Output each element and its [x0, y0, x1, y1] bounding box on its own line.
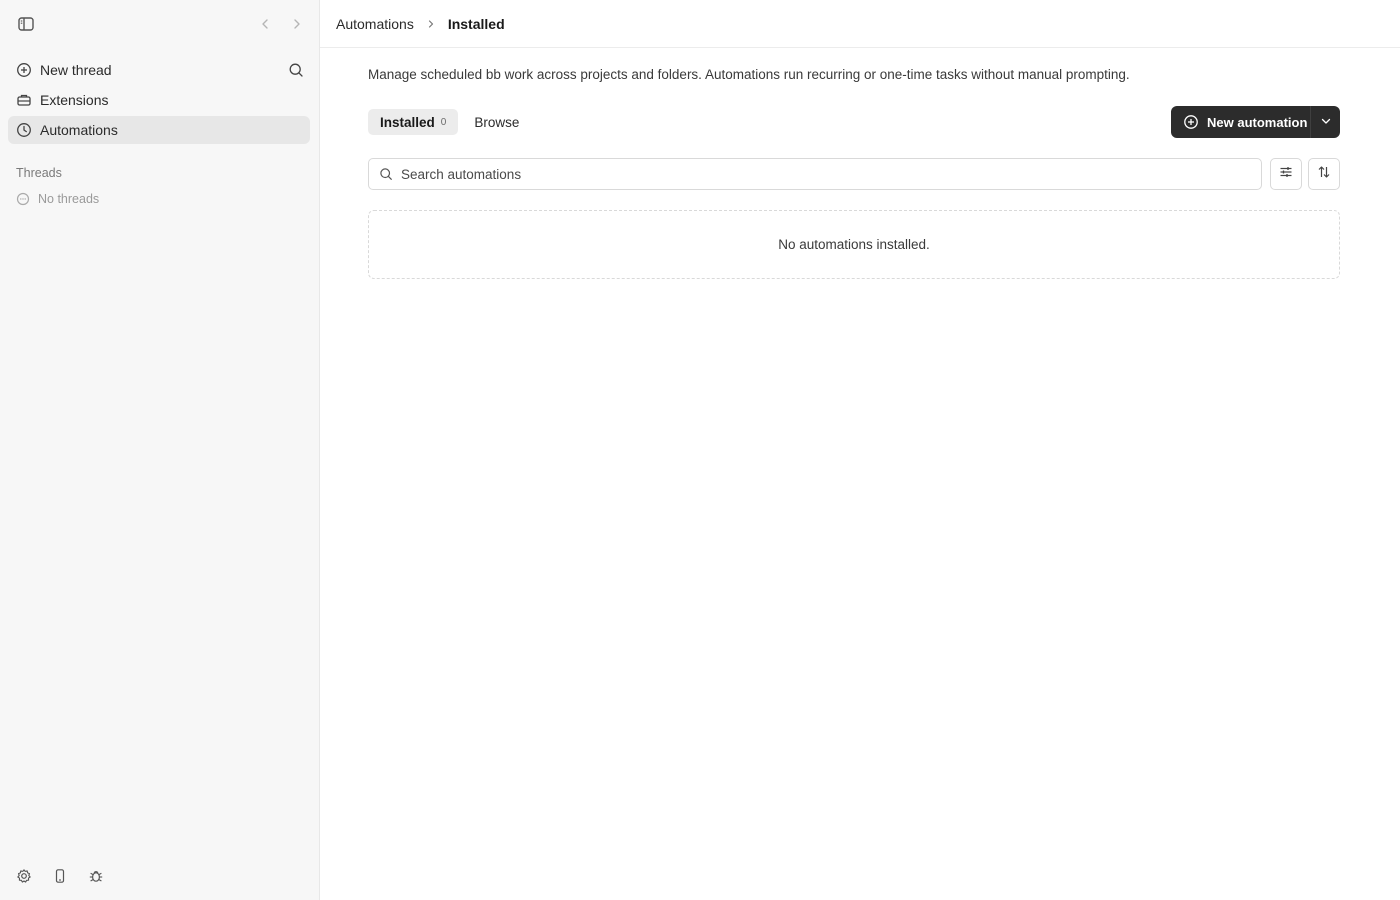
page-description: Manage scheduled bb work across projects…	[368, 67, 1130, 82]
automations-content: Manage scheduled bb work across projects…	[368, 48, 1340, 279]
gear-icon[interactable]	[16, 868, 32, 884]
breadcrumb-current: Installed	[447, 15, 505, 32]
new-automation-dropdown-button[interactable]	[1310, 106, 1340, 138]
new-automation-split-button: New automation	[1171, 106, 1340, 138]
empty-threads: No threads	[16, 192, 99, 206]
back-arrow-icon[interactable]	[255, 14, 275, 34]
breadcrumb: Automations Installed	[320, 0, 1400, 48]
plus-circle-icon	[1183, 114, 1199, 130]
chevron-down-icon	[1320, 115, 1332, 130]
search-input[interactable]	[401, 166, 1241, 182]
bug-icon[interactable]	[88, 868, 104, 884]
empty-state: No automations installed.	[368, 210, 1340, 279]
sort-arrows-icon	[1316, 164, 1332, 185]
toolbox-icon	[16, 92, 32, 108]
app-window: New thread Extensions Automations Thread…	[0, 0, 1400, 900]
search-row	[368, 158, 1340, 190]
empty-threads-label: No threads	[38, 192, 100, 206]
new-automation-label: New automation	[1207, 114, 1308, 130]
sidebar-item-label: New thread	[40, 62, 112, 78]
sidebar-item-automations[interactable]: Automations	[8, 116, 310, 144]
chevron-right-icon	[426, 19, 436, 29]
sidebar-item-label: Extensions	[40, 92, 109, 108]
sidebar: New thread Extensions Automations Thread…	[0, 0, 320, 900]
sidebar-header	[0, 0, 319, 48]
sidebar-item-label: Automations	[40, 122, 118, 138]
main-panel: Automations Installed Manage scheduled b…	[320, 0, 1400, 900]
forward-arrow-icon[interactable]	[287, 14, 307, 34]
toggle-sidebar-icon[interactable]	[16, 14, 36, 34]
breadcrumb-parent[interactable]: Automations	[336, 16, 414, 32]
mobile-icon[interactable]	[52, 868, 68, 884]
filter-button[interactable]	[1270, 158, 1302, 190]
chat-bubble-icon	[16, 192, 30, 206]
search-icon	[379, 167, 393, 181]
clock-icon	[16, 122, 32, 138]
tab-count-badge: 0	[440, 116, 447, 128]
sidebar-item-new-thread[interactable]: New thread	[8, 56, 310, 84]
threads-section-label: Threads	[16, 166, 62, 180]
sliders-icon	[1278, 164, 1294, 185]
sidebar-nav: New thread Extensions Automations	[8, 56, 310, 146]
sidebar-footer	[16, 868, 104, 884]
tabs-toolbar: Installed 0 Browse New automation	[368, 106, 1340, 138]
tab-label: Installed	[380, 114, 435, 130]
sort-button[interactable]	[1308, 158, 1340, 190]
tab-installed[interactable]: Installed 0	[368, 109, 459, 135]
tab-browse[interactable]: Browse	[462, 109, 531, 135]
empty-state-message: No automations installed.	[778, 237, 930, 252]
search-field[interactable]	[368, 158, 1262, 190]
search-icon[interactable]	[288, 62, 304, 78]
tab-label: Browse	[474, 114, 520, 130]
plus-circle-icon	[16, 62, 32, 78]
sidebar-item-extensions[interactable]: Extensions	[8, 86, 310, 114]
new-automation-button[interactable]: New automation	[1171, 106, 1310, 138]
